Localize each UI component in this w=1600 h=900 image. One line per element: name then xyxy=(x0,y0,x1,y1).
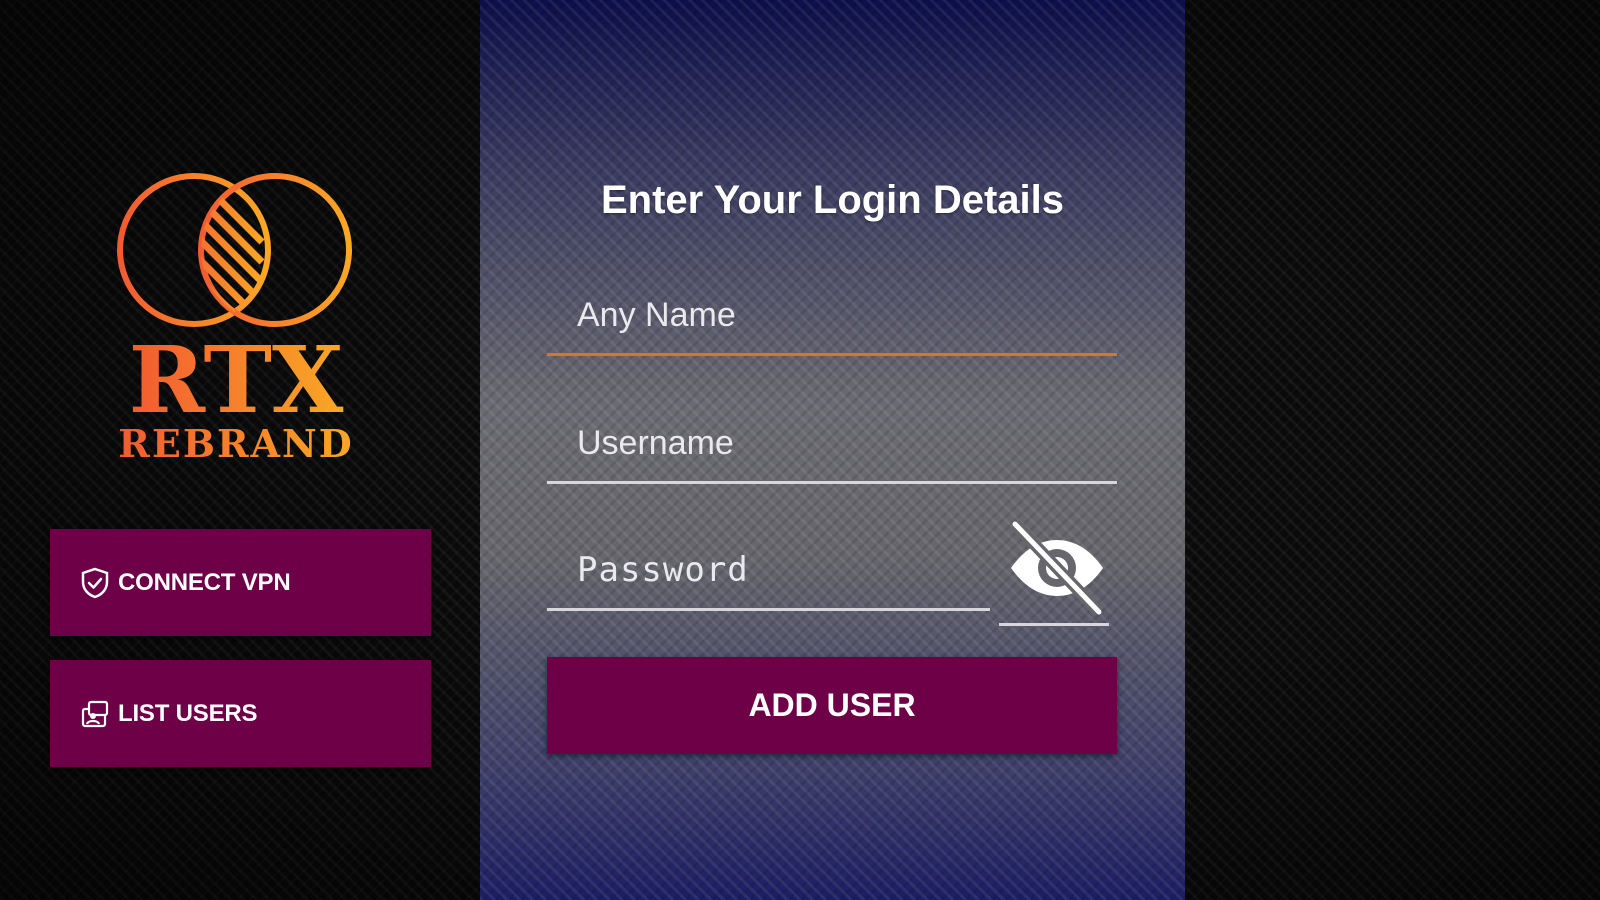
list-users-label: LIST USERS xyxy=(118,699,258,727)
login-form-panel: Enter Your Login Details ADD USER xyxy=(480,0,1185,900)
add-user-button[interactable]: ADD USER xyxy=(547,657,1117,754)
password-field xyxy=(547,535,990,611)
any-name-field xyxy=(547,280,1117,356)
password-visibility-toggle[interactable] xyxy=(999,520,1111,626)
any-name-underline xyxy=(547,353,1117,356)
connect-vpn-label: CONNECT VPN xyxy=(118,568,291,596)
users-list-icon xyxy=(78,697,112,731)
username-input[interactable] xyxy=(547,408,1117,478)
shield-check-icon xyxy=(78,566,112,600)
login-title: Enter Your Login Details xyxy=(600,178,1065,222)
password-input[interactable] xyxy=(547,535,990,605)
brand-logo: RTX REBRAND xyxy=(112,172,368,462)
sidebar: RTX REBRAND CONNECT VPN LIST USERS xyxy=(0,0,480,900)
eye-off-icon xyxy=(1010,520,1104,616)
username-underline xyxy=(547,481,1117,484)
username-field xyxy=(547,408,1117,484)
app-screen: RTX REBRAND CONNECT VPN LIST USERS Enter… xyxy=(0,0,1600,900)
connect-vpn-button[interactable]: CONNECT VPN xyxy=(50,529,431,636)
visibility-underline xyxy=(999,623,1109,626)
password-underline xyxy=(547,608,990,611)
brand-name: RTX xyxy=(129,326,344,434)
brand-subtitle: REBRAND xyxy=(118,421,353,462)
list-users-button[interactable]: LIST USERS xyxy=(50,660,431,767)
any-name-input[interactable] xyxy=(547,280,1117,350)
